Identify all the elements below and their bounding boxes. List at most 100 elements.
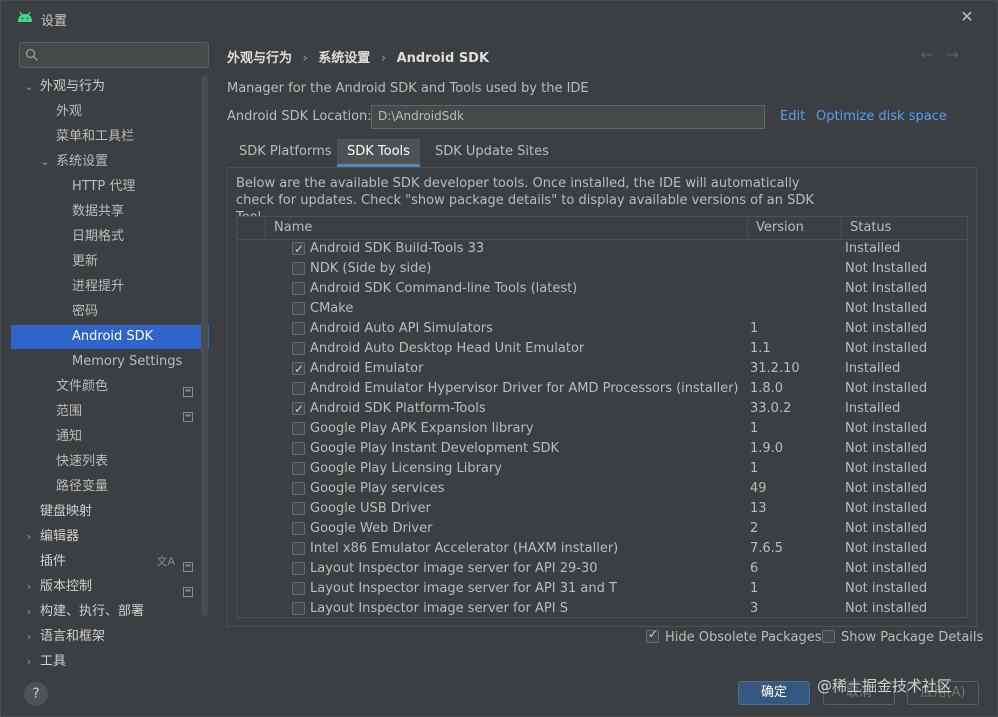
forward-arrow-icon[interactable]: → [946,45,971,64]
ok-button[interactable]: 确定 [738,681,810,705]
row-checkbox[interactable] [292,322,305,335]
sdk-location-label: Android SDK Location: [227,109,372,124]
search-input[interactable] [19,42,209,68]
cell-status: Not Installed [845,281,928,296]
back-arrow-icon[interactable]: ← [920,45,945,64]
sidebar-item[interactable]: › 编辑器 [11,525,209,549]
table-row[interactable]: Android Emulator Hypervisor Driver for A… [237,379,967,399]
sidebar-item[interactable]: › 版本控制 [11,575,209,599]
sidebar-item[interactable]: ⌄ 系统设置 [11,150,209,174]
column-header-status[interactable]: Status [841,217,967,239]
cell-version: 31.2.10 [750,361,800,376]
row-checkbox[interactable] [292,462,305,475]
row-checkbox[interactable] [292,359,305,379]
sidebar-scrollbar[interactable] [201,76,208,616]
sidebar-item[interactable]: Android SDK [11,325,209,349]
table-row[interactable]: Google Play Instant Development SDK 1.9.0… [237,439,967,459]
sidebar-item[interactable]: 进程提升 [11,275,209,299]
table-row[interactable]: Layout Inspector image server for API S 3… [237,599,967,617]
table-row[interactable]: Intel x86 Emulator Accelerator (HAXM ins… [237,539,967,559]
row-checkbox[interactable] [292,282,305,295]
tab-sdk-platforms[interactable]: SDK Platforms [229,139,342,167]
close-icon[interactable]: ✕ [957,7,977,27]
table-row[interactable]: Google Web Driver 2 Not installed [237,519,967,539]
row-checkbox[interactable] [292,562,305,575]
row-checkbox[interactable] [292,522,305,535]
sidebar-item[interactable]: 更新 [11,250,209,274]
chevron-right-icon[interactable]: › [23,575,35,599]
sidebar-item[interactable]: 外观 [11,100,209,124]
sdk-location-field[interactable]: D:\AndroidSdk [371,105,765,129]
row-checkbox[interactable] [292,342,305,355]
row-checkbox[interactable] [292,262,305,275]
table-row[interactable]: Android SDK Build-Tools 33 Installed [237,239,967,259]
sidebar-item[interactable]: 插件 文A [11,550,209,574]
table-row[interactable]: Android Auto Desktop Head Unit Emulator 1… [237,339,967,359]
edit-link[interactable]: Edit [780,109,805,124]
sidebar-item[interactable]: 密码 [11,300,209,324]
table-row[interactable]: Google USB Driver 13 Not installed [237,499,967,519]
row-checkbox[interactable] [292,502,305,515]
sidebar-item[interactable]: › 构建、执行、部署 [11,600,209,624]
table-row[interactable]: Google Play APK Expansion library 1 Not in… [237,419,967,439]
help-button[interactable]: ? [24,682,48,706]
row-checkbox[interactable] [292,302,305,315]
table-row[interactable]: CMake Not Installed [237,299,967,319]
tab-sdk-tools[interactable]: SDK Tools [337,139,420,167]
sidebar-item[interactable]: 文件颜色 [11,375,209,399]
row-checkbox[interactable] [292,239,305,259]
table-row[interactable]: Android SDK Command-line Tools (latest) N… [237,279,967,299]
column-header-name[interactable]: Name [265,217,747,239]
chevron-right-icon[interactable]: › [23,625,35,649]
sidebar-item-label: 文件颜色 [56,379,109,394]
row-checkbox[interactable] [292,482,305,495]
optimize-disk-space-link[interactable]: Optimize disk space [816,109,947,124]
chevron-down-icon[interactable]: ⌄ [39,150,51,174]
row-checkbox[interactable] [292,382,305,395]
table-row[interactable]: Layout Inspector image server for API 31… [237,579,967,599]
sidebar-item[interactable]: 快速列表 [11,450,209,474]
sidebar-item-label: 系统设置 [56,154,109,169]
sidebar-item[interactable]: 日期格式 [11,225,209,249]
breadcrumb-item[interactable]: 系统设置 [318,51,370,66]
sidebar-item[interactable]: 范围 [11,400,209,424]
sidebar-item[interactable]: › 语言和框架 [11,625,209,649]
chevron-right-icon[interactable]: › [23,600,35,624]
sidebar-item[interactable]: ⌄ 外观与行为 [11,75,209,99]
cell-status: Not installed [845,381,928,396]
table-row[interactable]: Google Play Licensing Library 1 Not instal… [237,459,967,479]
row-checkbox[interactable] [292,582,305,595]
chevron-down-icon[interactable]: ⌄ [23,75,35,99]
sidebar-item[interactable]: 键盘映射 [11,500,209,524]
table-row[interactable]: Google Play services 49 Not installed [237,479,967,499]
row-checkbox[interactable] [292,422,305,435]
sidebar-item[interactable]: 菜单和工具栏 [11,125,209,149]
hide-obsolete-checkbox[interactable] [646,627,659,643]
table-row[interactable]: Android Auto API Simulators 1 Not installe… [237,319,967,339]
table-row[interactable]: Android Emulator 31.2.10 Installed [237,359,967,379]
sidebar-item[interactable]: 路径变量 [11,475,209,499]
show-details-checkbox[interactable] [822,630,835,643]
table-row[interactable]: Android SDK Platform-Tools 33.0.2 Installe… [237,399,967,419]
tab-sdk-update-sites[interactable]: SDK Update Sites [425,139,559,167]
sidebar-item[interactable]: HTTP 代理 [11,175,209,199]
table-row[interactable]: Layout Inspector image server for API 29… [237,559,967,579]
sidebar-item[interactable]: Memory Settings [11,350,209,374]
cell-version: 1.9.0 [750,441,784,456]
hide-obsolete-option[interactable]: Hide Obsolete Packages [646,627,821,645]
sidebar-item[interactable]: 通知 [11,425,209,449]
table-row[interactable]: NDK (Side by side) Not Installed [237,259,967,279]
chevron-right-icon[interactable]: › [23,525,35,549]
sdk-tools-panel: Below are the available SDK developer to… [227,167,977,627]
row-checkbox[interactable] [292,442,305,455]
column-header-version[interactable]: Version [747,217,841,239]
breadcrumb-item[interactable]: 外观与行为 [227,51,292,66]
sidebar-item[interactable]: › 工具 [11,650,209,674]
row-checkbox[interactable] [292,542,305,555]
row-checkbox[interactable] [292,399,305,419]
sidebar-item[interactable]: 数据共享 [11,200,209,224]
chevron-right-icon[interactable]: › [23,650,35,674]
show-details-option[interactable]: Show Package Details [822,630,983,645]
cell-name: Android Emulator Hypervisor Driver for A… [310,381,739,396]
row-checkbox[interactable] [292,602,305,615]
